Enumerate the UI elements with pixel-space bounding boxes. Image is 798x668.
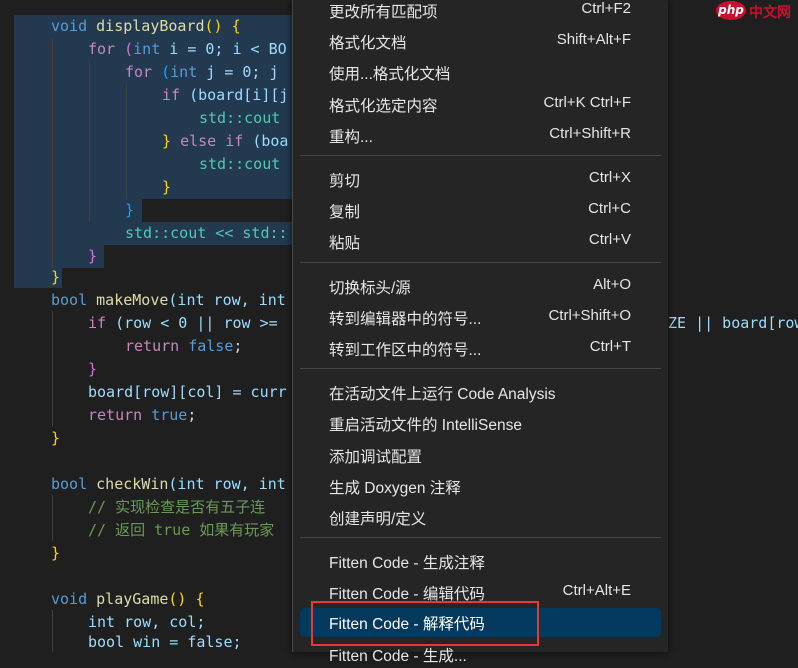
menu-separator: [300, 262, 661, 263]
code-line-fragment: ZE || board[row: [668, 314, 798, 332]
code-line: }: [51, 429, 61, 447]
menu-item-goto-symbol-in-editor[interactable]: 转到编辑器中的符号... Ctrl+Shift+O: [300, 303, 661, 331]
code-line: void playGame() {: [51, 590, 205, 608]
code-line: void displayBoard() {: [51, 17, 241, 35]
code-line: // 实现检查是否有五子连: [88, 498, 266, 516]
selection-highlight: [14, 199, 142, 222]
code-line: }: [88, 360, 98, 378]
code-line: if (board[i][j: [162, 86, 289, 104]
menu-item-format-selection[interactable]: 格式化选定内容 Ctrl+K Ctrl+F: [300, 90, 661, 118]
menu-separator: [300, 537, 661, 538]
indent-guide: [52, 610, 53, 652]
menu-item-change-all-occurrences[interactable]: 更改所有匹配项 Ctrl+F2: [300, 0, 661, 24]
code-line: } else if (boa: [162, 132, 289, 150]
context-menu: 更改所有匹配项 Ctrl+F2 格式化文档 Shift+Alt+F 使用...格式化…: [292, 0, 668, 665]
menu-item-refactor[interactable]: 重构... Ctrl+Shift+R: [300, 121, 661, 149]
code-line: std::cout: [199, 155, 281, 173]
menu-separator: [300, 368, 661, 369]
indent-guide: [52, 38, 53, 268]
menu-item-run-code-analysis[interactable]: 在活动文件上运行 Code Analysis: [300, 378, 661, 406]
code-line: for (int j = 0; j: [125, 63, 279, 81]
code-line: return true;: [88, 406, 197, 424]
menu-item-switch-header-source[interactable]: 切换标头/源 Alt+O: [300, 272, 661, 300]
menu-item-create-declaration[interactable]: 创建声明/定义: [300, 503, 661, 531]
code-line: board[row][col] = curr: [88, 383, 287, 401]
code-line: }: [51, 544, 61, 562]
code-line: std::cout << std::: [125, 224, 288, 242]
menu-item-paste[interactable]: 粘贴 Ctrl+V: [300, 227, 661, 255]
menu-item-add-debug-config[interactable]: 添加调试配置: [300, 441, 661, 469]
code-line: }: [51, 268, 61, 286]
menu-item-format-document[interactable]: 格式化文档 Shift+Alt+F: [300, 27, 661, 55]
code-line: }: [88, 247, 98, 265]
code-line: bool win = false;: [88, 633, 242, 651]
indent-guide: [52, 311, 53, 426]
php-logo-icon: php: [716, 1, 746, 20]
menu-item-fitten-generate-comments[interactable]: Fitten Code - 生成注释: [300, 547, 661, 575]
code-line: return false;: [125, 337, 243, 355]
indent-guide: [52, 495, 53, 541]
code-line: // 返回 true 如果有玩家: [88, 521, 275, 539]
menu-item-cut[interactable]: 剪切 Ctrl+X: [300, 165, 661, 193]
indent-guide: [126, 84, 127, 199]
code-line: for (int i = 0; i < BO: [88, 40, 287, 58]
menu-item-copy[interactable]: 复制 Ctrl+C: [300, 196, 661, 224]
menu-separator: [300, 155, 661, 156]
menu-item-format-document-with[interactable]: 使用...格式化文档: [300, 58, 661, 86]
annotation-highlight-box: [311, 601, 539, 646]
code-line: if (row < 0 || row >=: [88, 314, 278, 332]
code-line: bool makeMove(int row, int: [51, 291, 286, 309]
code-line: }: [162, 178, 172, 196]
watermark-text: 中文网: [749, 5, 791, 21]
menu-item-generate-doxygen[interactable]: 生成 Doxygen 注释: [300, 472, 661, 500]
menu-item-restart-intellisense[interactable]: 重启活动文件的 IntelliSense: [300, 409, 661, 437]
code-line: std::cout: [199, 109, 281, 127]
indent-guide: [89, 61, 90, 222]
code-line: }: [125, 201, 135, 219]
code-line: bool checkWin(int row, int: [51, 475, 286, 493]
watermark-logo: php 中文网: [716, 0, 798, 22]
menu-item-goto-symbol-in-workspace[interactable]: 转到工作区中的符号... Ctrl+T: [300, 334, 661, 362]
